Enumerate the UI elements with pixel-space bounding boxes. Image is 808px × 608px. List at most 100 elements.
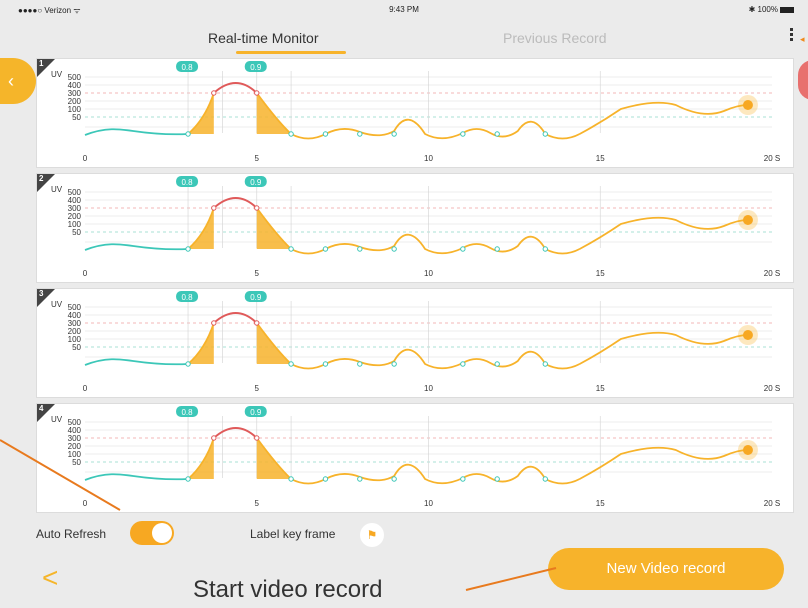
data-marker bbox=[460, 361, 466, 367]
label-key-frame-text: Label key frame bbox=[250, 527, 336, 541]
uv-line-high bbox=[213, 427, 258, 439]
start-video-record-annotation: Start video record bbox=[193, 576, 383, 603]
data-marker bbox=[288, 246, 294, 252]
y-tick-label: 200 bbox=[68, 97, 82, 106]
data-marker bbox=[460, 246, 466, 252]
data-marker bbox=[460, 476, 466, 482]
x-tick-label: 20 S bbox=[764, 384, 780, 393]
uv-line bbox=[579, 216, 748, 250]
y-tick-label: 50 bbox=[72, 458, 81, 467]
data-marker bbox=[254, 205, 260, 211]
keyframe-label: 0.9 bbox=[244, 406, 267, 417]
data-marker bbox=[211, 205, 217, 211]
live-point bbox=[742, 215, 753, 225]
uv-chart: UV 50100200300400500 0 5 10 15 20 S 0.8 0.9 bbox=[51, 176, 780, 278]
toggle-knob bbox=[152, 523, 172, 543]
data-marker bbox=[254, 320, 260, 326]
data-marker bbox=[211, 435, 217, 441]
tab-real-time-monitor[interactable]: Real-time Monitor bbox=[208, 30, 318, 46]
back-chevron-icon[interactable]: < bbox=[42, 562, 58, 594]
uv-line bbox=[290, 118, 581, 140]
battery-icon bbox=[780, 6, 794, 13]
uv-line bbox=[290, 233, 581, 255]
y-tick-label: 200 bbox=[68, 442, 82, 451]
data-marker bbox=[185, 131, 191, 137]
chart-panel-3[interactable]: 3 UV 50 100 200 300 400 500 0 5 10 15 20 S 0.8 0.9 bbox=[36, 288, 794, 398]
data-marker bbox=[494, 246, 500, 252]
data-marker bbox=[391, 361, 397, 367]
more-vertical-icon[interactable] bbox=[790, 26, 798, 48]
y-tick-label: 50 bbox=[72, 113, 81, 122]
svg-text:0.8: 0.8 bbox=[181, 178, 193, 187]
data-marker bbox=[211, 320, 217, 326]
y-tick-label: 100 bbox=[68, 450, 82, 459]
data-marker bbox=[391, 246, 397, 252]
live-point bbox=[742, 445, 753, 455]
y-tick-label: 400 bbox=[68, 426, 82, 435]
x-tick-label: 10 bbox=[424, 269, 433, 278]
menu-arrow-icon: ◂ bbox=[800, 34, 805, 44]
uv-line-low bbox=[84, 128, 189, 136]
keyframe-label: 0.8 bbox=[176, 291, 199, 302]
keyframe-label: 0.8 bbox=[176, 176, 199, 187]
flag-icon[interactable]: ⚑ bbox=[360, 523, 384, 547]
keyframe-fill bbox=[188, 323, 214, 364]
tab-previous-record[interactable]: Previous Record bbox=[503, 30, 607, 46]
x-tick-label: 10 bbox=[424, 384, 433, 393]
x-tick-label: 15 bbox=[596, 269, 605, 278]
x-tick-label: 0 bbox=[83, 269, 88, 278]
data-marker bbox=[542, 361, 548, 367]
live-point bbox=[742, 100, 753, 110]
y-tick-label: 300 bbox=[68, 434, 82, 443]
x-tick-label: 0 bbox=[83, 499, 88, 508]
data-marker bbox=[185, 476, 191, 482]
record-callout-line bbox=[465, 567, 557, 591]
uv-chart: UV 50100200300400500 0 5 10 15 20 S 0.8 0.9 bbox=[51, 406, 780, 508]
uv-line-low bbox=[84, 473, 189, 481]
uv-line bbox=[579, 446, 748, 480]
auto-refresh-toggle[interactable] bbox=[130, 521, 174, 545]
x-tick-label: 10 bbox=[424, 499, 433, 508]
keyframe-label: 0.9 bbox=[244, 291, 267, 302]
data-marker bbox=[357, 246, 363, 252]
y-tick-label: 300 bbox=[68, 204, 82, 213]
svg-text:0.8: 0.8 bbox=[181, 293, 193, 302]
data-marker bbox=[542, 246, 548, 252]
data-marker bbox=[211, 90, 217, 96]
data-marker bbox=[185, 246, 191, 252]
data-marker bbox=[357, 361, 363, 367]
y-tick-label: 50 bbox=[72, 343, 81, 352]
x-tick-label: 5 bbox=[255, 499, 260, 508]
x-tick-label: 10 bbox=[424, 154, 433, 163]
data-marker bbox=[254, 435, 260, 441]
x-tick-label: 20 S bbox=[764, 499, 780, 508]
data-marker bbox=[322, 361, 329, 367]
y-tick-label: 200 bbox=[68, 327, 82, 336]
clock: 9:43 PM bbox=[389, 5, 419, 14]
keyframe-label: 0.9 bbox=[244, 61, 267, 72]
data-marker bbox=[185, 361, 191, 367]
data-marker bbox=[357, 131, 363, 137]
uv-chart: UV 50100200300400500 0 5 10 15 20 S 0.8 0.9 bbox=[51, 61, 780, 163]
side-tab-button[interactable] bbox=[798, 60, 808, 100]
chart-panel-2[interactable]: 2 UV 50 100 200 300 400 500 0 5 10 15 20 S 0.8 0.9 bbox=[36, 173, 794, 283]
y-tick-label: 400 bbox=[68, 196, 82, 205]
keyframe-label: 0.9 bbox=[244, 176, 267, 187]
data-marker bbox=[322, 246, 329, 252]
keyframe-fill bbox=[188, 208, 214, 249]
chart-panel-1[interactable]: 1 UV 50 100 200 300 400 500 0 5 10 15 20 S 0.8 0.9 bbox=[36, 58, 794, 168]
uv-line-low bbox=[84, 358, 189, 366]
top-nav: Real-time Monitor Previous Record ◂ bbox=[0, 22, 808, 58]
x-tick-label: 20 S bbox=[764, 154, 780, 163]
svg-text:0.8: 0.8 bbox=[181, 63, 193, 72]
x-tick-label: 0 bbox=[83, 154, 88, 163]
y-axis-label: UV bbox=[51, 300, 63, 309]
chevron-left-icon[interactable]: ‹ bbox=[0, 58, 36, 104]
data-marker bbox=[494, 361, 500, 367]
chart-panel-4[interactable]: 4 UV 50 100 200 300 400 500 0 5 10 15 20 S 0.8 0.9 bbox=[36, 403, 794, 513]
new-video-record-button[interactable]: New Video record bbox=[548, 548, 784, 590]
data-marker bbox=[494, 131, 500, 137]
y-tick-label: 100 bbox=[68, 105, 82, 114]
x-tick-label: 15 bbox=[596, 384, 605, 393]
y-tick-label: 500 bbox=[68, 188, 82, 197]
